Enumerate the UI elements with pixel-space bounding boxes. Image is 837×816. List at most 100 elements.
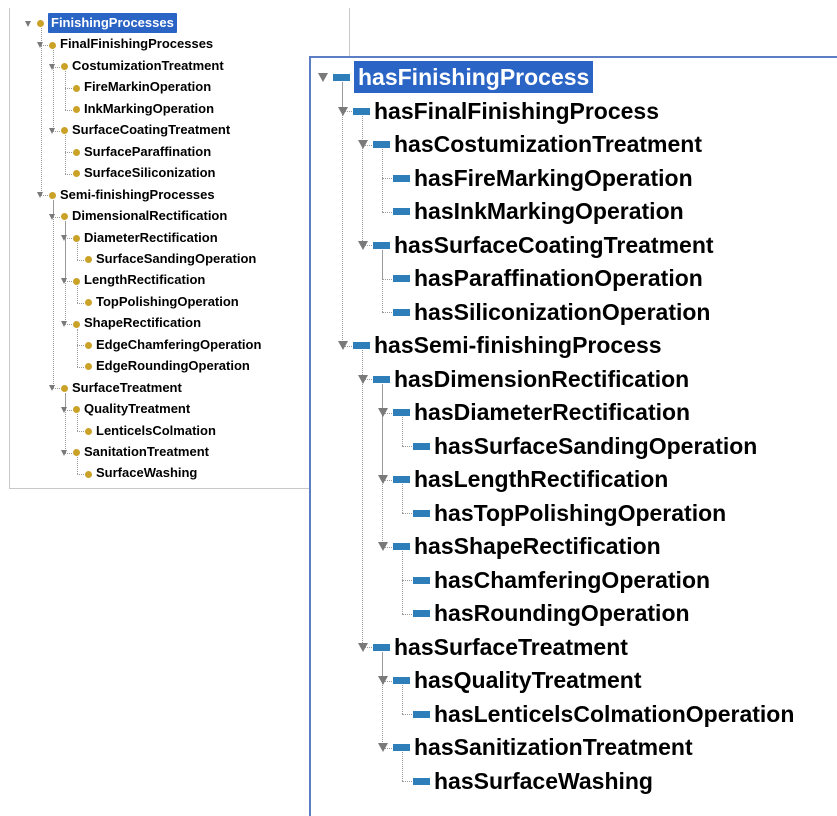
object-property-icon <box>393 409 410 417</box>
expand-arrow-icon[interactable] <box>318 73 328 83</box>
class-tree-item[interactable]: SurfaceTreatment <box>72 378 182 398</box>
property-tree-item[interactable]: hasLenticelsColmationOperation <box>434 698 794 730</box>
object-property-icon <box>393 174 410 182</box>
expand-arrow-icon[interactable] <box>358 140 368 150</box>
property-tree-item[interactable]: hasInkMarkingOperation <box>414 195 684 227</box>
expand-arrow-icon[interactable] <box>61 449 67 456</box>
property-tree-item[interactable]: hasFireMarkingOperation <box>414 162 693 194</box>
tree-connector-line <box>401 613 412 615</box>
expand-arrow-icon[interactable] <box>61 406 67 413</box>
class-tree-item[interactable]: SurfaceWashing <box>96 463 197 483</box>
tree-connector-line <box>76 431 84 433</box>
class-tree-item[interactable]: ShapeRectification <box>84 313 201 333</box>
tree-connector-line <box>76 259 84 261</box>
tree-connector-line <box>76 345 84 347</box>
tree-connector-line <box>76 302 84 304</box>
class-tree-item[interactable]: TopPolishingOperation <box>96 292 239 312</box>
property-tree-item[interactable]: hasLengthRectification <box>414 463 668 495</box>
class-tree-item[interactable]: SurfaceSandingOperation <box>96 249 256 269</box>
class-tree-item[interactable]: EdgeRoundingOperation <box>96 356 250 376</box>
object-property-icon <box>393 476 410 484</box>
expand-arrow-icon[interactable] <box>49 127 55 134</box>
tree-connector-line <box>381 651 383 748</box>
expand-arrow-icon[interactable] <box>25 20 31 27</box>
expand-arrow-icon[interactable] <box>378 408 388 418</box>
class-tree-item[interactable]: Semi-finishingProcesses <box>60 185 215 205</box>
tree-connector-line <box>76 328 78 367</box>
class-tree-item[interactable]: SanitationTreatment <box>84 442 209 462</box>
object-property-icon <box>413 710 430 718</box>
tree-connector-line <box>401 752 403 782</box>
expand-arrow-icon[interactable] <box>61 278 67 285</box>
expand-arrow-icon[interactable] <box>358 374 368 384</box>
expand-arrow-icon[interactable] <box>378 475 388 485</box>
class-tree-item[interactable]: SurfaceCoatingTreatment <box>72 120 230 140</box>
object-property-icon <box>393 744 410 752</box>
tree-connector-line <box>76 457 78 475</box>
class-tree-item[interactable]: QualityTreatment <box>84 399 190 419</box>
expand-arrow-icon[interactable] <box>378 676 388 686</box>
expand-arrow-icon[interactable] <box>49 213 55 220</box>
object-property-icon <box>413 509 430 517</box>
property-tree-item[interactable]: hasRoundingOperation <box>434 597 690 629</box>
class-tree-item[interactable]: InkMarkingOperation <box>84 99 214 119</box>
tree-connector-line <box>361 350 363 648</box>
property-tree-item[interactable]: hasFinishingProcess <box>354 61 594 93</box>
class-tree-item[interactable]: SurfaceParaffination <box>84 142 211 162</box>
object-property-hierarchy-panel: hasFinishingProcess hasFinalFinishingProc… <box>309 56 837 816</box>
class-dot-icon <box>85 427 92 435</box>
property-tree-item[interactable]: hasCostumizationTreatment <box>394 128 702 160</box>
property-tree-item[interactable]: hasSemi-finishingProcess <box>374 329 662 361</box>
expand-arrow-icon[interactable] <box>49 63 55 70</box>
class-tree-item[interactable]: CostumizationTreatment <box>72 56 224 76</box>
class-tree-item[interactable]: FinishingProcesses <box>48 13 177 33</box>
property-tree-item[interactable]: hasQualityTreatment <box>414 664 642 696</box>
class-tree-item[interactable]: DiameterRectification <box>84 228 218 248</box>
tree-connector-line <box>64 135 66 174</box>
expand-arrow-icon[interactable] <box>61 235 67 242</box>
expand-arrow-icon[interactable] <box>49 385 55 392</box>
property-tree-item[interactable]: hasSurfaceWashing <box>434 765 653 797</box>
property-tree-item[interactable]: hasSanitizationTreatment <box>414 731 693 763</box>
tree-connector-line <box>401 580 412 582</box>
class-dot-icon <box>61 213 68 221</box>
expand-arrow-icon[interactable] <box>338 341 348 351</box>
tree-connector-line <box>76 414 78 432</box>
class-dot-icon <box>85 341 92 349</box>
tree-connector-line <box>381 178 392 180</box>
class-tree-item[interactable]: LenticelsColmation <box>96 421 216 441</box>
tree-connector-line <box>401 446 412 448</box>
property-tree-item[interactable]: hasShapeRectification <box>414 530 661 562</box>
class-tree-item[interactable]: FinalFinishingProcesses <box>60 34 213 54</box>
expand-arrow-icon[interactable] <box>37 192 43 199</box>
class-tree-item[interactable]: EdgeChamferingOperation <box>96 335 261 355</box>
class-tree-item[interactable]: LengthRectification <box>84 270 205 290</box>
property-tree-item[interactable]: hasDimensionRectification <box>394 363 689 395</box>
class-dot-icon <box>85 470 92 478</box>
object-property-icon <box>333 74 350 82</box>
property-tree-item[interactable]: hasSiliconizationOperation <box>414 296 710 328</box>
property-tree-item[interactable]: hasSurfaceTreatment <box>394 631 628 663</box>
tree-connector-line <box>341 82 343 346</box>
expand-arrow-icon[interactable] <box>378 542 388 552</box>
property-tree-item[interactable]: hasParaffinationOperation <box>414 262 703 294</box>
property-tree-item[interactable]: hasTopPolishingOperation <box>434 497 726 529</box>
expand-arrow-icon[interactable] <box>358 642 368 652</box>
class-tree-item[interactable]: DimensionalRectification <box>72 206 227 226</box>
expand-arrow-icon[interactable] <box>378 743 388 753</box>
property-tree-item[interactable]: hasFinalFinishingProcess <box>374 95 659 127</box>
class-dot-icon <box>73 449 80 457</box>
property-tree-item[interactable]: hasDiameterRectification <box>414 396 690 428</box>
class-tree-item[interactable]: FireMarkinOperation <box>84 77 211 97</box>
expand-arrow-icon[interactable] <box>358 240 368 250</box>
tree-connector-line <box>401 781 412 783</box>
class-dot-icon <box>73 84 80 92</box>
expand-arrow-icon[interactable] <box>37 42 43 49</box>
class-tree-item[interactable]: SurfaceSiliconization <box>84 163 215 183</box>
property-tree-item[interactable]: hasSurfaceSandingOperation <box>434 430 757 462</box>
expand-arrow-icon[interactable] <box>338 106 348 116</box>
property-tree-item[interactable]: hasChamferingOperation <box>434 564 710 596</box>
tree-connector-line <box>64 71 66 110</box>
expand-arrow-icon[interactable] <box>61 321 67 328</box>
property-tree-item[interactable]: hasSurfaceCoatingTreatment <box>394 229 714 261</box>
